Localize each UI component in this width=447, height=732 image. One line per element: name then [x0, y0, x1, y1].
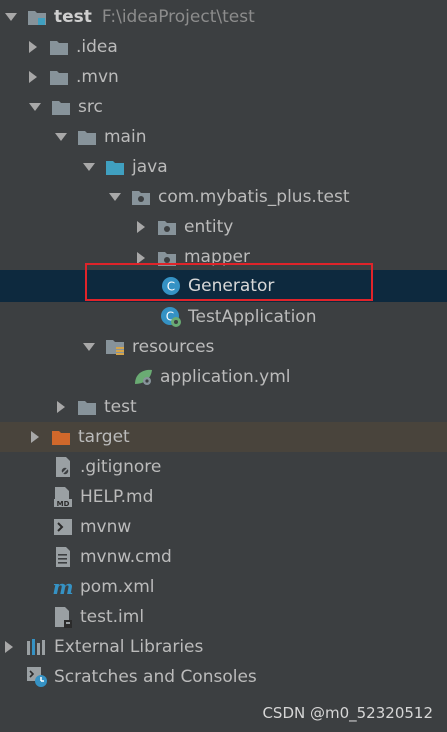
chevron-right-icon[interactable]: [54, 392, 68, 422]
tree-item-label: TestApplication: [188, 307, 317, 327]
project-path: F:\ideaProject\test: [101, 7, 255, 27]
chevron-right-icon[interactable]: [28, 422, 42, 452]
tree-item-mvnw[interactable]: mvnw: [0, 512, 447, 542]
tree-item-package[interactable]: com.mybatis_plus.test: [0, 182, 447, 212]
tree-item-test-iml[interactable]: test.iml: [0, 602, 447, 632]
source-folder-icon: [104, 156, 126, 178]
highlight-box: [85, 263, 373, 301]
tree-item-idea[interactable]: .idea: [0, 32, 447, 62]
watermark: CSDN @m0_52320512: [262, 704, 433, 722]
chevron-down-icon[interactable]: [4, 2, 18, 32]
svg-text:MD: MD: [57, 500, 70, 508]
tree-item-resources[interactable]: resources: [0, 332, 447, 362]
tree-item-project-root[interactable]: test F:\ideaProject\test: [0, 2, 447, 32]
tree-item-label: java: [132, 157, 168, 177]
tree-item-main[interactable]: main: [0, 122, 447, 152]
chevron-right-icon[interactable]: [26, 62, 40, 92]
tree-item-mvn[interactable]: .mvn: [0, 62, 447, 92]
markdown-file-icon: MD: [52, 486, 74, 508]
folder-icon: [48, 36, 70, 58]
folder-name-idea: idea: [81, 37, 118, 57]
scratches-icon: [26, 666, 48, 688]
tree-item-test-application[interactable]: C TestApplication: [0, 302, 447, 332]
tree-item-gitignore[interactable]: .gitignore: [0, 452, 447, 482]
tree-item-label: main: [104, 127, 147, 147]
spring-config-icon: [132, 366, 154, 388]
project-name: test: [54, 7, 92, 27]
tree-item-label: com.mybatis_plus.test: [158, 187, 350, 207]
tree-item-label: Scratches and Consoles: [54, 667, 257, 687]
tree-item-label: resources: [132, 337, 215, 357]
tree-item-scratches[interactable]: Scratches and Consoles: [0, 662, 447, 692]
tree-item-label: HELP.md: [80, 487, 154, 507]
folder-icon: [48, 66, 70, 88]
tree-item-external-libraries[interactable]: External Libraries: [0, 632, 447, 662]
tree-item-label: pom.xml: [80, 577, 155, 597]
tree-item-label: .idea: [76, 37, 118, 57]
tree-item-label: mvnw: [80, 517, 132, 537]
chevron-down-icon[interactable]: [54, 122, 68, 152]
module-file-icon: [52, 606, 74, 628]
chevron-down-icon[interactable]: [108, 182, 122, 212]
maven-icon: m: [52, 576, 74, 598]
tree-item-label: External Libraries: [54, 637, 204, 657]
chevron-right-icon[interactable]: [26, 32, 40, 62]
shell-script-icon: [52, 516, 74, 538]
folder-icon: [76, 396, 98, 418]
svg-text:m: m: [52, 577, 73, 597]
tree-item-java[interactable]: java: [0, 152, 447, 182]
folder-icon: [50, 96, 72, 118]
tree-item-label: .gitignore: [80, 457, 162, 477]
tree-item-label: .mvn: [76, 67, 119, 87]
tree-item-label: src: [78, 97, 103, 117]
tree-item-src[interactable]: src: [0, 92, 447, 122]
folder-icon: [76, 126, 98, 148]
resources-folder-icon: [104, 336, 126, 358]
tree-item-label: mvnw.cmd: [80, 547, 172, 567]
ignore-file-icon: [52, 456, 74, 478]
tree-item-label: target: [78, 427, 130, 447]
text-file-icon: [52, 546, 74, 568]
tree-item-entity[interactable]: entity: [0, 212, 447, 242]
tree-item-label: application.yml: [160, 367, 291, 387]
libraries-icon: [26, 636, 48, 658]
package-icon: [156, 216, 178, 238]
excluded-folder-icon: [50, 426, 72, 448]
tree-item-label: test.iml: [80, 607, 145, 627]
tree-item-test-dir[interactable]: test: [0, 392, 447, 422]
chevron-right-icon[interactable]: [2, 632, 16, 662]
folder-name-mvn: mvn: [81, 67, 119, 87]
chevron-right-icon[interactable]: [134, 212, 148, 242]
tree-item-pom-xml[interactable]: m pom.xml: [0, 572, 447, 602]
tree-item-help-md[interactable]: MD HELP.md: [0, 482, 447, 512]
tree-item-label: entity: [184, 217, 234, 237]
tree-item-target[interactable]: target: [0, 422, 447, 452]
tree-item-application-yml[interactable]: application.yml: [0, 362, 447, 392]
chevron-down-icon[interactable]: [82, 152, 96, 182]
chevron-down-icon[interactable]: [82, 332, 96, 362]
chevron-down-icon[interactable]: [28, 92, 42, 122]
tree-item-label: test: [104, 397, 137, 417]
tree-item-mvnw-cmd[interactable]: mvnw.cmd: [0, 542, 447, 572]
module-folder-icon: [26, 6, 48, 28]
package-icon: [130, 186, 152, 208]
spring-boot-class-icon: C: [160, 306, 182, 328]
